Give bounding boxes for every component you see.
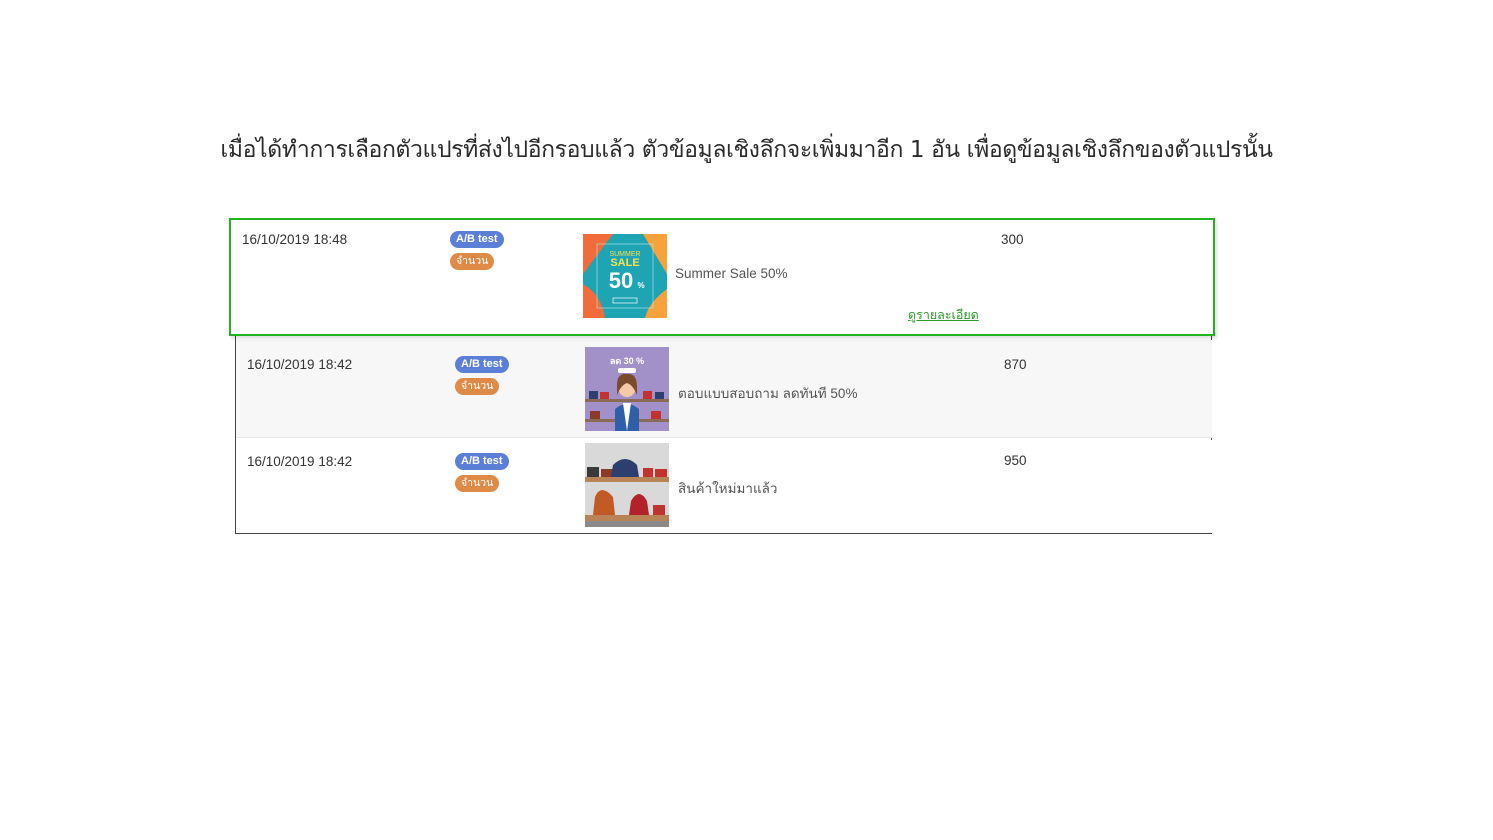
row-title: Summer Sale 50% (675, 266, 788, 281)
ab-test-badge: A/B test (455, 356, 509, 373)
row-count: 300 (1001, 232, 1024, 247)
row-date: 16/10/2019 18:42 (247, 357, 353, 372)
row-date: 16/10/2019 18:42 (247, 454, 353, 469)
row-title: ตอบแบบสอบถาม ลดทันที 50% (678, 386, 858, 401)
summer-sale-thumbnail[interactable]: SUMMER SALE 50 % (583, 234, 667, 318)
svg-text:ลด 30 %: ลด 30 % (610, 356, 644, 366)
quantity-badge: จำนวน (455, 475, 500, 492)
bags-shelf-thumbnail[interactable] (585, 443, 669, 527)
ab-test-badge: A/B test (455, 453, 509, 470)
instruction-heading: เมื่อได้ทำการเลือกตัวแปรที่ส่งไปอีกรอบแล… (220, 137, 1273, 163)
row-count: 870 (1004, 357, 1027, 372)
quantity-badge: จำนวน (455, 378, 500, 395)
svg-text:50: 50 (609, 268, 633, 293)
ab-test-badge: A/B test (450, 231, 504, 248)
row-count: 950 (1004, 453, 1027, 468)
quantity-badge: จำนวน (450, 253, 495, 270)
svg-text:%: % (637, 281, 644, 290)
row-title: สินค้าใหม่มาแล้ว (678, 481, 778, 496)
woman-shop-thumbnail[interactable]: ลด 30 % (585, 347, 669, 431)
row-date: 16/10/2019 18:48 (242, 232, 348, 247)
view-details-link[interactable]: ดูรายละเอียด (908, 305, 979, 325)
